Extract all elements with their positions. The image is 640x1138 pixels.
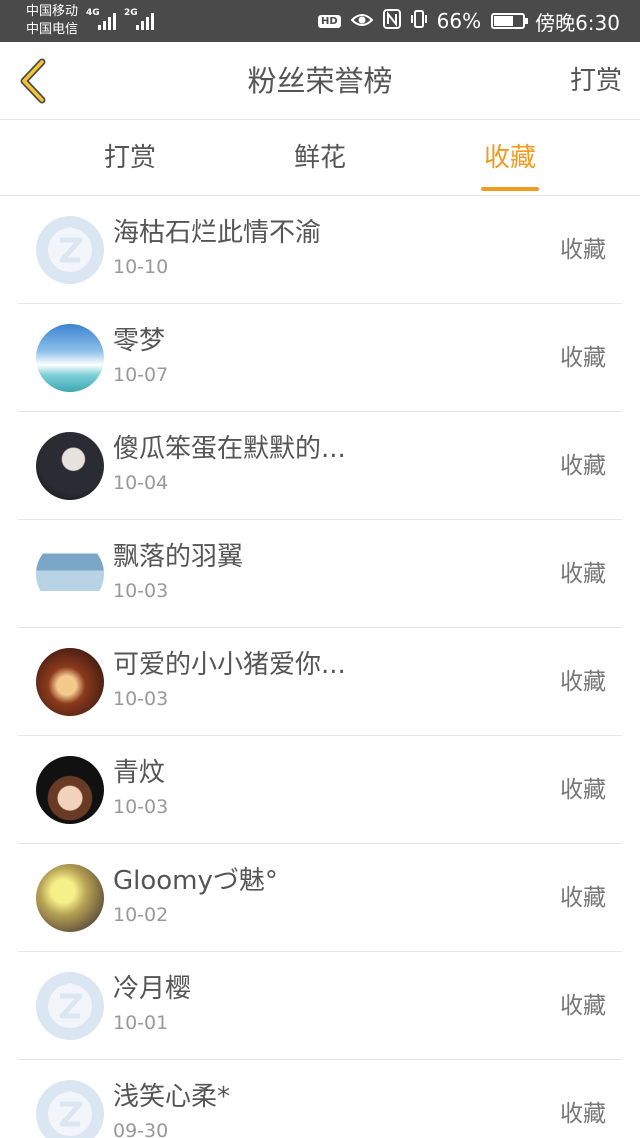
user-name: 可爱的小小猪爱你... xyxy=(113,650,346,680)
action-type: 收藏 xyxy=(560,777,606,803)
carrier-info: 中国移动 中国电信 xyxy=(26,3,78,39)
date: 10-03 xyxy=(113,796,169,818)
date: 10-07 xyxy=(113,364,169,386)
fan-list: 海枯石烂此情不渝 10-10 收藏 零梦 10-07 收藏 傻瓜笨蛋在默默的... 10-04… xyxy=(0,196,640,1138)
user-name: 青炆 xyxy=(113,758,166,788)
list-item[interactable]: 浅笑心柔* 09-30 收藏 xyxy=(18,1060,622,1138)
action-type: 收藏 xyxy=(560,345,606,371)
user-name: 傻瓜笨蛋在默默的... xyxy=(113,434,346,464)
list-item[interactable]: 可爱的小小猪爱你... 10-03 收藏 xyxy=(18,628,622,736)
list-item[interactable]: 飘落的羽翼 10-03 收藏 xyxy=(18,520,622,628)
date: 10-04 xyxy=(113,472,169,494)
clock: 傍晚6:30 xyxy=(535,10,620,35)
action-type: 收藏 xyxy=(560,237,606,263)
battery-level xyxy=(494,16,513,26)
avatar[interactable] xyxy=(36,216,104,284)
list-item[interactable]: 傻瓜笨蛋在默默的... 10-04 收藏 xyxy=(18,412,622,520)
avatar[interactable] xyxy=(36,648,104,716)
list-item[interactable]: 海枯石烂此情不渝 10-10 收藏 xyxy=(18,196,622,304)
signal-bars-2-icon xyxy=(136,10,154,30)
avatar[interactable] xyxy=(36,756,104,824)
tab-favorites[interactable]: 收藏 xyxy=(450,120,570,196)
avatar[interactable] xyxy=(36,864,104,932)
tab-flowers[interactable]: 鲜花 xyxy=(260,120,380,196)
tab-reward[interactable]: 打赏 xyxy=(70,120,190,196)
avatar[interactable] xyxy=(36,324,104,392)
user-name: 海枯石烂此情不渝 xyxy=(113,218,322,248)
date: 10-03 xyxy=(113,688,169,710)
date: 10-02 xyxy=(113,904,169,926)
vibrate-icon xyxy=(410,9,427,34)
user-name: 浅笑心柔* xyxy=(113,1082,231,1112)
date: 10-03 xyxy=(113,580,169,602)
list-item[interactable]: 零梦 10-07 收藏 xyxy=(18,304,622,412)
action-type: 收藏 xyxy=(560,453,606,479)
status-bar: 中国移动 中国电信 4G 2G HD 66% 傍晚6:30 xyxy=(0,0,640,42)
avatar[interactable] xyxy=(36,972,104,1040)
action-type: 收藏 xyxy=(560,561,606,587)
signal-bars-1-icon xyxy=(98,10,116,30)
user-name: 零梦 xyxy=(113,326,166,356)
action-type: 收藏 xyxy=(560,1101,606,1127)
date: 09-30 xyxy=(113,1120,169,1138)
date: 10-01 xyxy=(113,1012,169,1034)
battery-icon xyxy=(491,13,529,29)
tab-bar: 打赏 鲜花 收藏 xyxy=(0,120,640,196)
status-icons: HD 66% 傍晚6:30 xyxy=(317,0,620,42)
hd-badge: HD xyxy=(317,14,341,28)
back-button[interactable] xyxy=(14,58,54,104)
chevron-left-icon xyxy=(20,58,46,104)
list-item[interactable]: 青炆 10-03 收藏 xyxy=(18,736,622,844)
reward-button[interactable]: 打赏 xyxy=(570,42,622,120)
eye-icon xyxy=(350,9,374,33)
carrier-1: 中国移动 xyxy=(26,4,79,19)
carrier-2: 中国电信 xyxy=(26,22,79,37)
action-type: 收藏 xyxy=(560,885,606,911)
date: 10-10 xyxy=(113,256,169,278)
avatar[interactable] xyxy=(36,1080,104,1138)
avatar[interactable] xyxy=(36,432,104,500)
top-nav-bar: 粉丝荣誉榜 打赏 xyxy=(0,42,640,120)
nfc-icon xyxy=(382,8,401,34)
battery-percent: 66% xyxy=(436,9,482,33)
action-type: 收藏 xyxy=(560,669,606,695)
user-name: Gloomyづ魅° xyxy=(113,866,278,896)
list-item[interactable]: Gloomyづ魅° 10-02 收藏 xyxy=(18,844,622,952)
user-name: 飘落的羽翼 xyxy=(113,542,244,572)
page-title: 粉丝荣誉榜 xyxy=(247,64,393,98)
action-type: 收藏 xyxy=(560,993,606,1019)
avatar[interactable] xyxy=(36,540,104,608)
list-item[interactable]: 冷月樱 10-01 收藏 xyxy=(18,952,622,1060)
user-name: 冷月樱 xyxy=(113,974,192,1004)
